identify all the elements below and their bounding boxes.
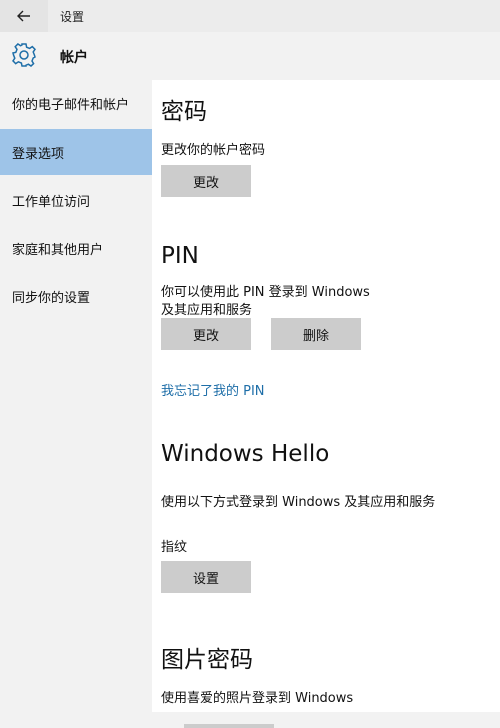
sidebar-item-work-access[interactable]: 工作单位访问 — [0, 177, 152, 223]
change-pin-button[interactable]: 更改 — [161, 318, 251, 350]
fingerprint-label: 指纹 — [161, 540, 188, 555]
gear-icon — [12, 43, 36, 67]
windows-hello-description: 使用以下方式登录到 Windows 及其应用和服务 — [161, 495, 436, 510]
sidebar: 你的电子邮件和帐户 登录选项 工作单位访问 家庭和其他用户 同步你的设置 — [0, 80, 152, 728]
page-title: 帐户 — [60, 50, 88, 66]
picture-password-add-button[interactable] — [184, 724, 274, 728]
back-button[interactable] — [0, 0, 48, 32]
title-bar: 设置 — [0, 0, 500, 32]
pin-heading: PIN — [161, 243, 199, 269]
sidebar-item-email-accounts[interactable]: 你的电子邮件和帐户 — [0, 80, 152, 126]
password-heading: 密码 — [161, 99, 207, 125]
change-password-button[interactable]: 更改 — [161, 165, 251, 197]
pin-description-line1: 你可以使用此 PIN 登录到 Windows — [161, 285, 370, 300]
page-header: 帐户 — [0, 32, 500, 80]
remove-pin-button[interactable]: 删除 — [271, 318, 361, 350]
windows-hello-heading: Windows Hello — [161, 441, 330, 467]
arrow-left-icon — [17, 10, 30, 22]
sidebar-item-family-users[interactable]: 家庭和其他用户 — [0, 225, 152, 271]
sidebar-item-sync-settings[interactable]: 同步你的设置 — [0, 273, 152, 319]
sidebar-item-sign-in-options[interactable]: 登录选项 — [0, 129, 152, 175]
window-title: 设置 — [60, 10, 85, 24]
picture-password-heading: 图片密码 — [161, 647, 253, 673]
pin-description-line2: 及其应用和服务 — [161, 303, 253, 318]
picture-password-description: 使用喜爱的照片登录到 Windows — [161, 691, 354, 706]
fingerprint-setup-button[interactable]: 设置 — [161, 561, 251, 593]
forgot-pin-link[interactable]: 我忘记了我的 PIN — [161, 380, 265, 399]
password-description: 更改你的帐户密码 — [161, 143, 266, 158]
main-content: 密码 更改你的帐户密码 更改 PIN 你可以使用此 PIN 登录到 Window… — [152, 80, 500, 712]
